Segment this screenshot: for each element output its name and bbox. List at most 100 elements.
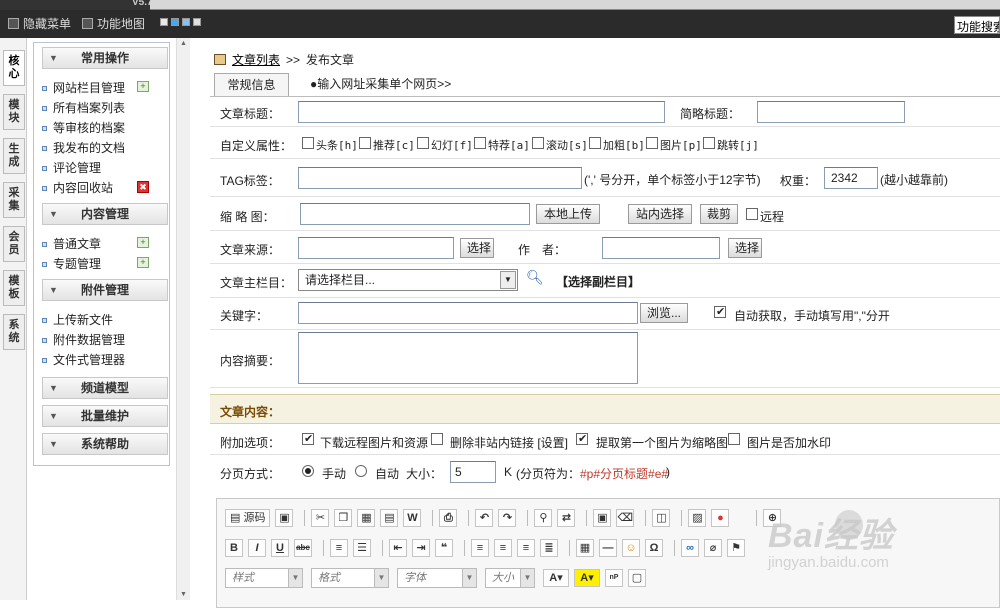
remove-format-icon[interactable]: ⌫ (616, 509, 635, 527)
bold-icon[interactable]: B (225, 539, 243, 557)
trash-icon[interactable]: ✖ (137, 181, 149, 193)
format-select[interactable]: 格式 ▼ (311, 568, 389, 588)
sidebar-item-topic-manage[interactable]: 专题管理 (42, 255, 101, 272)
thumbnail-input[interactable] (300, 203, 530, 225)
attr-checkbox[interactable] (646, 137, 658, 149)
browse-button[interactable]: 浏览... (640, 303, 688, 323)
table-icon[interactable]: ▦ (576, 539, 594, 557)
tab-collect[interactable]: 采集 (3, 182, 25, 218)
attr-checkbox[interactable] (474, 137, 486, 149)
save-icon[interactable]: ▣ (275, 509, 294, 527)
watermark-checkbox[interactable] (728, 433, 740, 445)
paste-text-icon[interactable]: ▤ (380, 509, 399, 527)
align-left-icon[interactable]: ≡ (471, 539, 489, 557)
crop-button[interactable]: 裁剪 (700, 204, 738, 224)
sidebar-item-attachment-data[interactable]: 附件数据管理 (42, 331, 125, 348)
title-input[interactable] (298, 101, 665, 123)
source-select-button[interactable]: 选择 (460, 238, 494, 258)
sidebar-scrollbar[interactable]: ▲ ▼ (176, 38, 190, 600)
align-justify-icon[interactable]: ≣ (540, 539, 558, 557)
ordered-list-icon[interactable]: ≡ (330, 539, 348, 557)
theme-swatches[interactable] (160, 18, 201, 26)
background-color-icon[interactable]: A▾ (574, 569, 600, 587)
attr-checkbox[interactable] (302, 137, 314, 149)
section-common-ops[interactable]: ▼ 常用操作 (42, 47, 168, 69)
source-input[interactable] (298, 237, 454, 259)
indent-icon[interactable]: ⇥ (412, 539, 430, 557)
anchor-icon[interactable]: ⊕ (763, 509, 782, 527)
tab-url-collect[interactable]: ●输入网址采集单个网页>> (300, 73, 461, 96)
scroll-up-icon[interactable]: ▲ (180, 40, 187, 47)
remove-links-checkbox[interactable] (431, 433, 443, 445)
breadcrumb-link[interactable]: 文章列表 (232, 51, 280, 68)
tab-core[interactable]: 核心 (3, 50, 25, 86)
sidebar-item-pending-review[interactable]: 等审核的档案 (42, 119, 125, 136)
find-icon[interactable]: ⚲ (534, 509, 553, 527)
undo-icon[interactable]: ↶ (475, 509, 494, 527)
image-icon[interactable]: ▨ (688, 509, 707, 527)
strikethrough-icon[interactable]: abc (294, 539, 312, 557)
redo-icon[interactable]: ↷ (498, 509, 517, 527)
section-system-help[interactable]: ▼ 系统帮助 (42, 433, 168, 455)
link-icon[interactable]: ∞ (681, 539, 699, 557)
tab-member[interactable]: 会员 (3, 226, 25, 262)
sidebar-item-my-docs[interactable]: 我发布的文档 (42, 139, 125, 156)
auto-radio[interactable] (355, 465, 367, 477)
align-right-icon[interactable]: ≡ (517, 539, 535, 557)
function-search-button[interactable]: 功能搜索 (954, 16, 1000, 34)
remote-checkbox[interactable] (746, 208, 758, 220)
section-batch-maintain[interactable]: ▼ 批量维护 (42, 405, 168, 427)
sidebar-item-column-manage[interactable]: 网站栏目管理 (42, 79, 125, 96)
first-image-thumb-checkbox[interactable] (576, 432, 588, 445)
replace-icon[interactable]: ⇄ (557, 509, 576, 527)
outdent-icon[interactable]: ⇤ (389, 539, 407, 557)
section-channel-model[interactable]: ▼ 频道模型 (42, 377, 168, 399)
column-select[interactable]: 请选择栏目... ▼ (298, 269, 518, 291)
horizontal-rule-icon[interactable]: — (599, 539, 617, 557)
paste-word-icon[interactable]: W (403, 509, 422, 527)
sidebar-item-comments[interactable]: 评论管理 (42, 159, 101, 176)
section-content-manage[interactable]: ▼ 内容管理 (42, 203, 168, 225)
underline-icon[interactable]: U (271, 539, 289, 557)
sidebar-item-upload[interactable]: 上传新文件 (42, 311, 113, 328)
download-remote-checkbox[interactable] (302, 432, 314, 445)
flash-icon[interactable]: ● (711, 509, 730, 527)
blockquote-icon[interactable]: ❝ (435, 539, 453, 557)
author-select-button[interactable]: 选择 (728, 238, 762, 258)
tab-system[interactable]: 系统 (3, 314, 25, 350)
style-select[interactable]: 样式 ▼ (225, 568, 303, 588)
theme-swatch[interactable] (193, 18, 201, 26)
add-icon[interactable]: + (137, 237, 149, 248)
manual-radio[interactable] (302, 465, 314, 477)
tab-template[interactable]: 模板 (3, 270, 25, 306)
add-icon[interactable]: + (137, 81, 149, 92)
sub-column-link[interactable]: 【选择副栏目】 (556, 273, 640, 290)
preview-icon[interactable]: ◫ (652, 509, 671, 527)
tab-module[interactable]: 模块 (3, 94, 25, 130)
attr-checkbox[interactable] (359, 137, 371, 149)
source-button[interactable]: ▤ 源码 (225, 509, 271, 527)
unordered-list-icon[interactable]: ☰ (353, 539, 371, 557)
print-icon[interactable]: ⎙ (439, 509, 458, 527)
short-title-input[interactable] (757, 101, 905, 123)
weight-input[interactable]: 2342 (824, 167, 878, 189)
summary-textarea[interactable] (298, 332, 638, 384)
attr-checkbox[interactable] (417, 137, 429, 149)
select-all-icon[interactable]: ▣ (593, 509, 612, 527)
cut-icon[interactable]: ✂ (311, 509, 330, 527)
special-char-icon[interactable]: Ω (645, 539, 663, 557)
flag-icon[interactable]: ⚑ (727, 539, 745, 557)
paste-icon[interactable]: ▦ (357, 509, 376, 527)
hide-menu-button[interactable]: 隐藏菜单 (8, 15, 71, 32)
size-input[interactable]: 5 (450, 461, 496, 483)
text-color-icon[interactable]: A▾ (543, 569, 569, 587)
next-page-icon[interactable]: nP (605, 569, 623, 587)
font-select[interactable]: 字体 ▼ (397, 568, 477, 588)
italic-icon[interactable]: I (248, 539, 266, 557)
keyword-input[interactable] (298, 302, 638, 324)
theme-swatch[interactable] (160, 18, 168, 26)
sidebar-item-normal-article[interactable]: 普通文章 (42, 235, 101, 252)
add-icon[interactable]: + (137, 257, 149, 268)
size-select[interactable]: 大小 ▼ (485, 568, 535, 588)
search-icon[interactable]: 🔍︎ (526, 269, 544, 286)
